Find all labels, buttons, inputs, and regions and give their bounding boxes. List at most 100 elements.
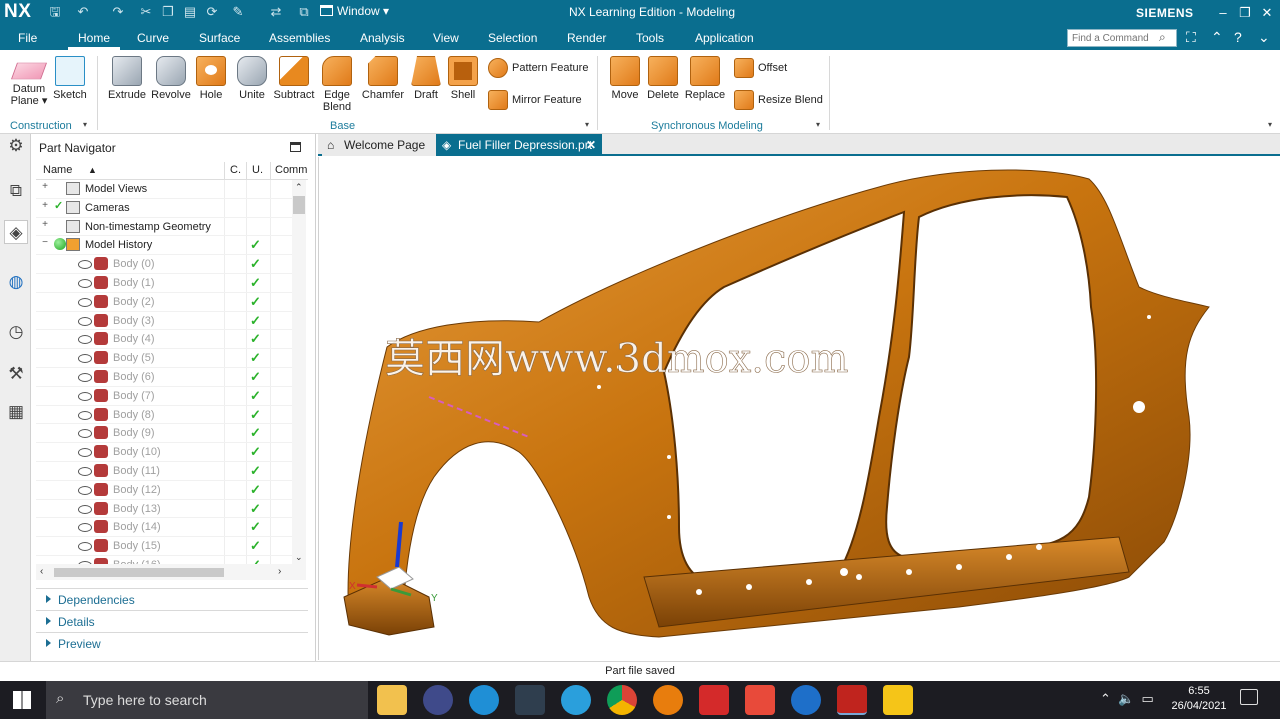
details-panel[interactable]: Details xyxy=(36,610,308,632)
touch-mode-icon[interactable]: ⇄ xyxy=(268,4,284,20)
app-icon[interactable] xyxy=(423,685,453,715)
hidden-eye-icon[interactable] xyxy=(78,523,92,533)
scroll-left-icon[interactable]: ‹ xyxy=(40,566,43,577)
tab-welcome-page[interactable]: ⌂ Welcome Page xyxy=(322,134,436,156)
group-expand-icon[interactable]: ▾ xyxy=(585,120,589,129)
system-clock[interactable]: 6:55 26/04/2021 xyxy=(1166,684,1232,714)
search-icon[interactable]: ⌕ xyxy=(1159,30,1166,45)
navigator-row[interactable]: Body (10) ✓ xyxy=(36,443,292,462)
navigator-row[interactable]: Body (3) ✓ xyxy=(36,312,292,331)
navigator-row[interactable]: Body (1) ✓ xyxy=(36,274,292,293)
close-tab-icon[interactable]: ✕ xyxy=(586,134,596,156)
web-browser-icon[interactable]: ◍ xyxy=(4,270,28,294)
revolve-button[interactable]: Revolve xyxy=(150,56,192,101)
navigator-row[interactable]: Body (5) ✓ xyxy=(36,349,292,368)
navigator-row[interactable]: + ✓ Cameras xyxy=(36,199,292,218)
horizontal-scroll-thumb[interactable] xyxy=(54,568,224,577)
scroll-right-icon[interactable]: › xyxy=(278,566,281,577)
hole-button[interactable]: Hole xyxy=(194,56,228,101)
column-name-header[interactable]: Name xyxy=(43,164,72,176)
vertical-scroll-thumb[interactable] xyxy=(293,196,305,214)
hidden-eye-icon[interactable] xyxy=(78,504,92,514)
move-face-button[interactable]: Move xyxy=(606,56,644,101)
hidden-eye-icon[interactable] xyxy=(78,410,92,420)
navigator-row[interactable]: Body (8) ✓ xyxy=(36,406,292,425)
assembly-navigator-icon[interactable]: ⧉ xyxy=(4,179,28,203)
navigator-row[interactable]: + Non-timestamp Geometry xyxy=(36,218,292,237)
part-navigator-icon[interactable]: ◈ xyxy=(4,220,28,244)
navigator-row[interactable]: Body (4) ✓ xyxy=(36,330,292,350)
roles-icon[interactable]: ▦ xyxy=(4,400,28,424)
tab-assemblies[interactable]: Assemblies xyxy=(265,26,334,50)
app-icon[interactable] xyxy=(515,685,545,715)
group-expand-icon[interactable]: ▾ xyxy=(816,120,820,129)
tab-application[interactable]: Application xyxy=(691,26,758,50)
command-finder-icon[interactable]: ✎ xyxy=(230,4,246,20)
collapse-ribbon-icon[interactable]: ⌃ xyxy=(1211,29,1223,46)
taskbar-search-box[interactable]: ⌕ Type here to search xyxy=(46,681,368,719)
expand-toggle-icon[interactable]: − xyxy=(41,238,49,248)
help-icon[interactable]: ? xyxy=(1234,29,1242,45)
tab-home[interactable]: Home xyxy=(68,26,120,50)
maximize-panel-icon[interactable] xyxy=(290,142,301,152)
dependencies-panel[interactable]: Dependencies xyxy=(36,588,308,610)
datum-plane-button[interactable]: Datum Plane ▾ xyxy=(8,56,50,107)
hidden-eye-icon[interactable] xyxy=(78,542,92,552)
replace-face-button[interactable]: Replace xyxy=(684,56,726,101)
hidden-eye-icon[interactable] xyxy=(78,391,92,401)
sticky-notes-icon[interactable] xyxy=(883,685,913,715)
mirror-feature-button[interactable]: Mirror Feature xyxy=(488,90,582,110)
ribbon-options-icon[interactable]: ▾ xyxy=(1268,120,1272,129)
cut-icon[interactable]: ✂ xyxy=(138,4,154,20)
anydesk-icon[interactable] xyxy=(745,685,775,715)
windows-start-icon[interactable] xyxy=(13,691,31,709)
chamfer-button[interactable]: Chamfer xyxy=(360,56,406,101)
vertical-scrollbar[interactable] xyxy=(292,180,306,564)
hidden-eye-icon[interactable] xyxy=(78,448,92,458)
resize-blend-button[interactable]: Resize Blend xyxy=(734,90,823,110)
navigator-row[interactable]: Body (7) ✓ xyxy=(36,387,292,406)
chrome-icon[interactable] xyxy=(607,685,637,715)
hidden-eye-icon[interactable] xyxy=(78,429,92,439)
close-window-button[interactable]: ✕ xyxy=(1256,2,1278,24)
reuse-library-icon[interactable]: ⚒ xyxy=(4,362,28,386)
navigator-row[interactable]: Body (13) ✓ xyxy=(36,500,292,519)
minimize-button[interactable]: – xyxy=(1212,2,1234,24)
draft-button[interactable]: Draft xyxy=(408,56,444,101)
hidden-eye-icon[interactable] xyxy=(78,354,92,364)
scroll-down-icon[interactable]: ⌄ xyxy=(295,552,303,563)
undo-icon[interactable]: ↶ xyxy=(75,4,91,20)
navigator-row[interactable]: Body (12) ✓ xyxy=(36,481,292,500)
save-icon[interactable]: 🖫 xyxy=(47,4,63,20)
navigator-row[interactable]: Body (15) ✓ xyxy=(36,537,292,556)
paste-icon[interactable]: ▤ xyxy=(182,4,198,20)
column-u-header[interactable]: U. xyxy=(252,164,263,176)
navigator-row[interactable]: Body (9) ✓ xyxy=(36,424,292,444)
hidden-eye-icon[interactable] xyxy=(78,278,92,288)
car-body-side-model[interactable]: X Y 莫西网www.3dmox.com xyxy=(319,157,1280,660)
tab-selection[interactable]: Selection xyxy=(484,26,541,50)
telegram-icon[interactable] xyxy=(561,685,591,715)
sketch-button[interactable]: Sketch xyxy=(52,56,88,101)
body-side-panel[interactable] xyxy=(343,169,1210,638)
navigator-row[interactable]: Body (0) ✓ xyxy=(36,255,292,274)
offset-region-button[interactable]: Offset xyxy=(734,58,787,78)
copy-icon[interactable]: ❐ xyxy=(160,4,176,20)
hidden-eye-icon[interactable] xyxy=(78,260,92,270)
pattern-feature-button[interactable]: Pattern Feature xyxy=(488,58,588,78)
navigator-row[interactable]: Body (16)✓ xyxy=(36,556,292,564)
tab-curve[interactable]: Curve xyxy=(133,26,173,50)
scroll-up-icon[interactable]: ⌃ xyxy=(295,182,303,193)
switch-window-icon[interactable]: ⧉ xyxy=(296,4,312,20)
blender-icon[interactable] xyxy=(653,685,683,715)
hidden-eye-icon[interactable] xyxy=(78,316,92,326)
extrude-button[interactable]: Extrude xyxy=(106,56,148,101)
hidden-eye-icon[interactable] xyxy=(78,335,92,345)
edge-browser-icon[interactable] xyxy=(469,685,499,715)
tab-render[interactable]: Render xyxy=(563,26,610,50)
preview-panel[interactable]: Preview xyxy=(36,632,308,654)
history-icon[interactable]: ◷ xyxy=(4,320,28,344)
restore-button[interactable]: ❐ xyxy=(1234,2,1256,24)
tab-part-file[interactable]: ◈ Fuel Filler Depression.prt ✕ xyxy=(436,134,602,156)
tab-analysis[interactable]: Analysis xyxy=(356,26,409,50)
